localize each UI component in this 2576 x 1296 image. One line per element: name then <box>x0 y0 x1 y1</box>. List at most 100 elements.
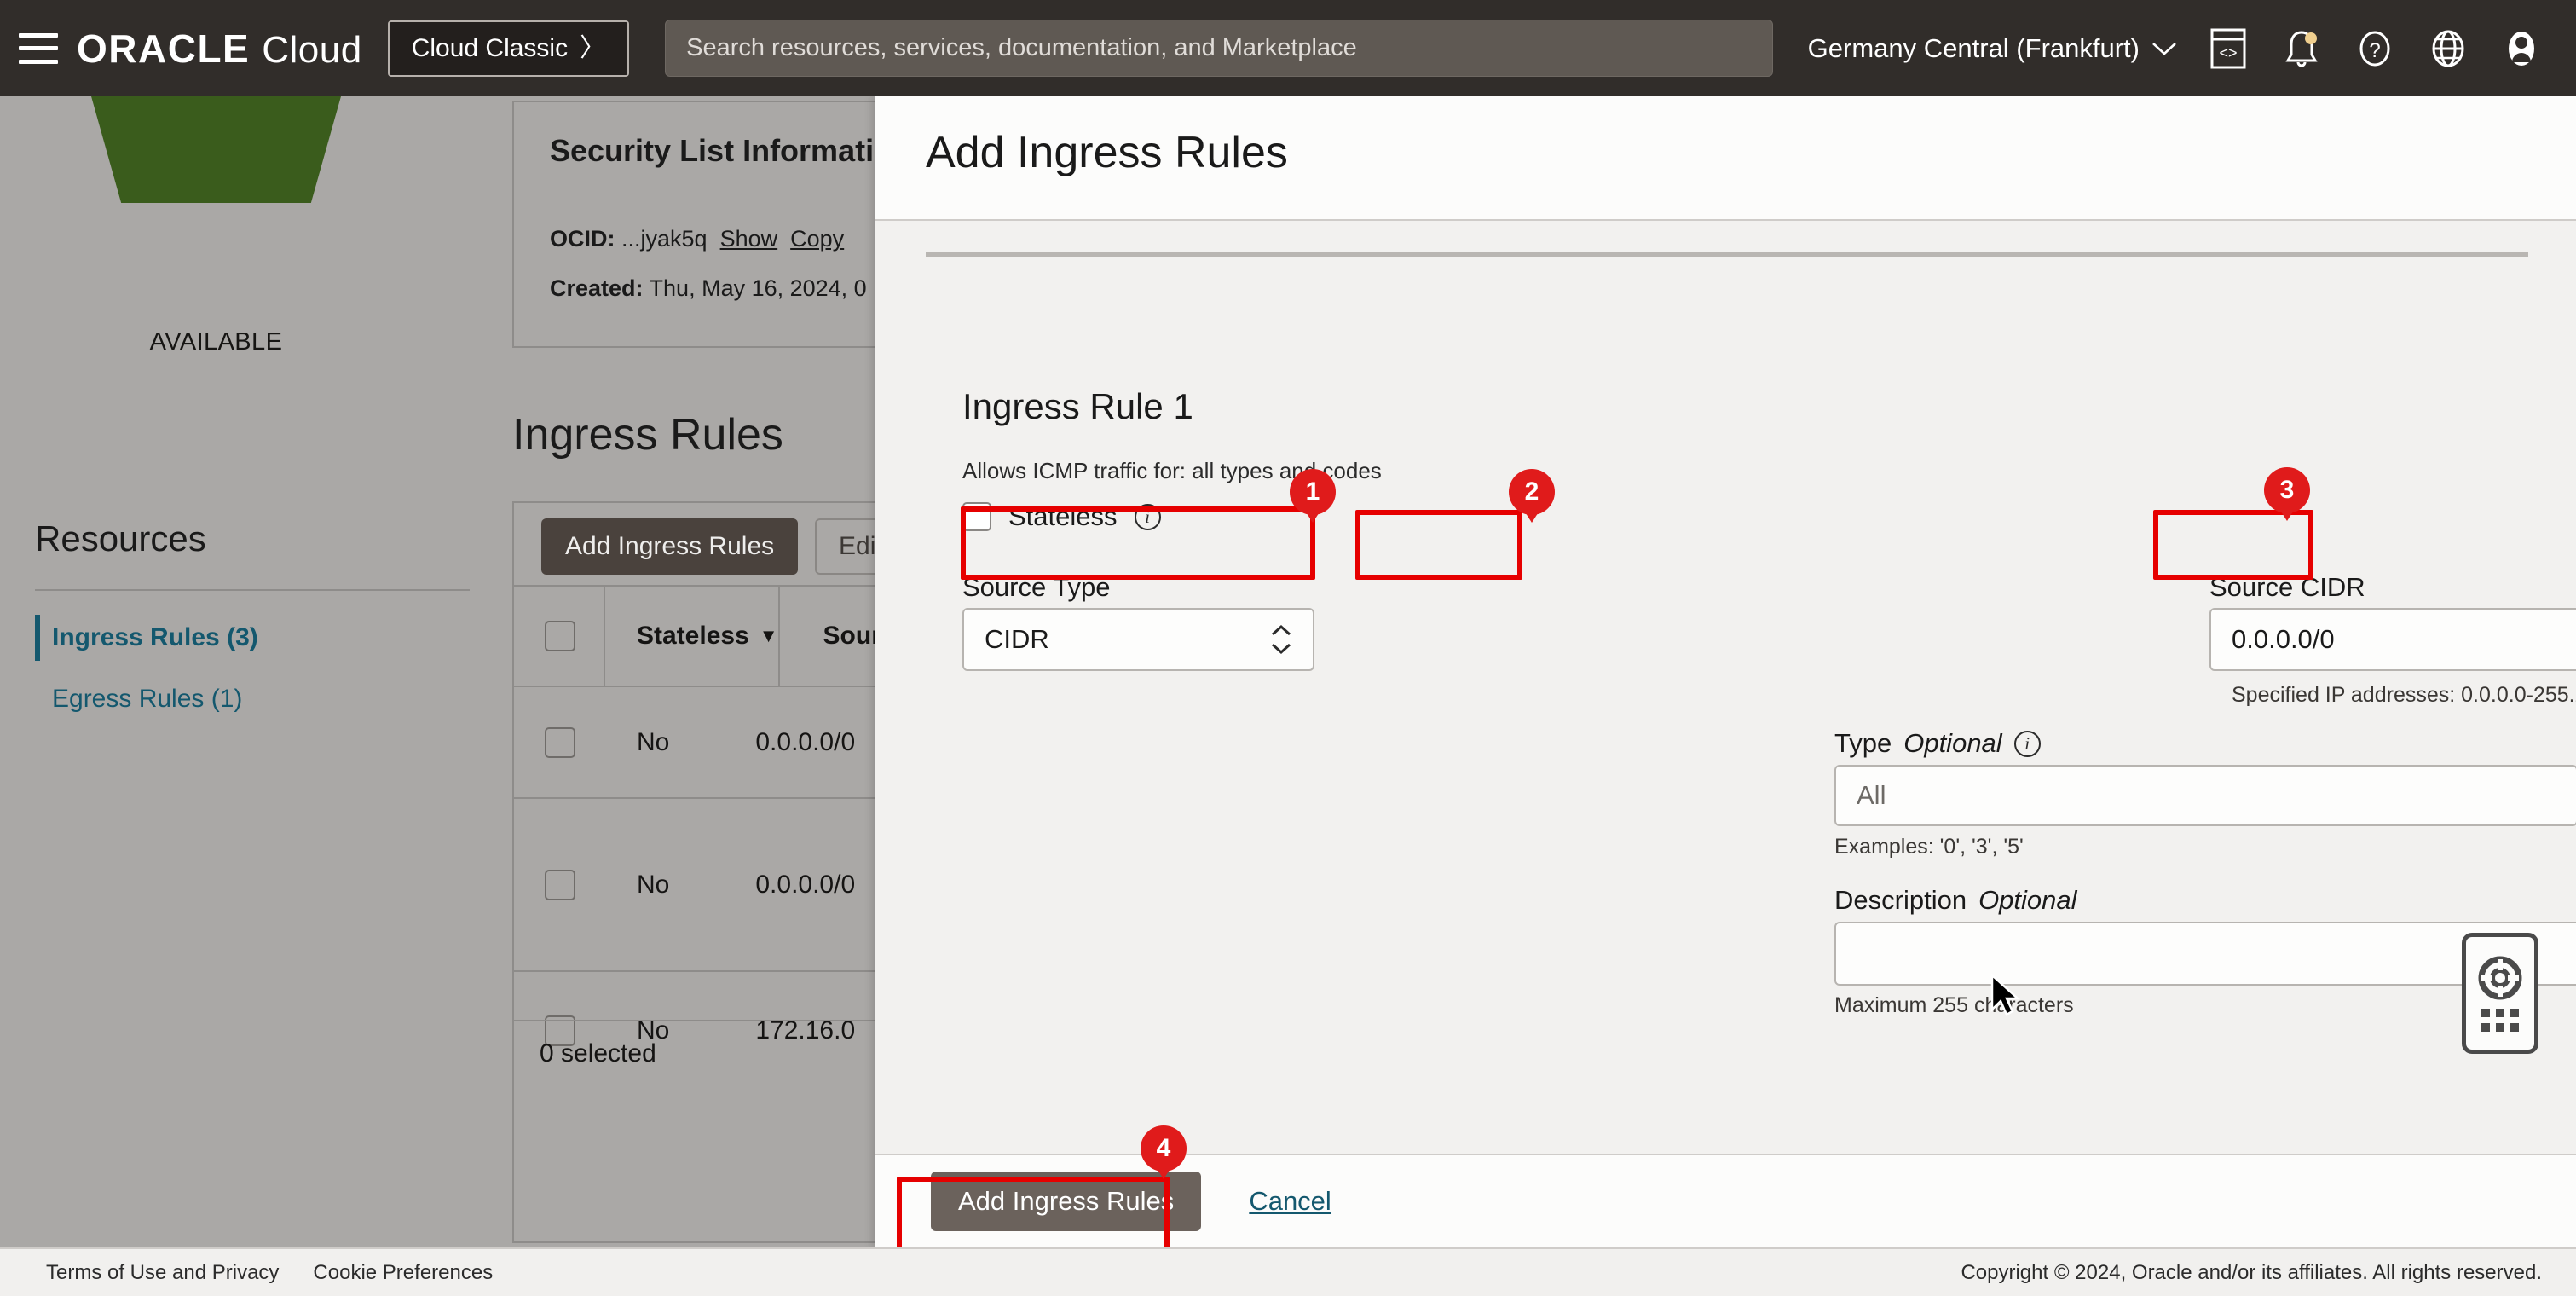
footer-link-terms[interactable]: Terms of Use and Privacy <box>46 1261 279 1285</box>
footer-links: Terms of Use and Privacy Cookie Preferen… <box>46 1261 493 1285</box>
footer-copyright: Copyright © 2024, Oracle and/or its affi… <box>1961 1261 2542 1285</box>
help-question-icon[interactable]: ? <box>2353 26 2397 71</box>
hamburger-menu-icon[interactable] <box>19 33 58 64</box>
cloud-classic-label: Cloud Classic <box>412 34 568 63</box>
svg-text:<>: <> <box>2219 44 2237 61</box>
resources-divider <box>35 589 470 591</box>
source-type-select[interactable]: CIDR <box>962 608 1314 671</box>
user-avatar-icon[interactable] <box>2499 26 2544 71</box>
cloud-classic-button[interactable]: Cloud Classic 〉 <box>388 20 629 77</box>
sidebar-item-label: Ingress Rules (3) <box>52 623 258 651</box>
chevron-right-icon: 〉 <box>580 36 605 61</box>
sort-caret-icon: ▼ <box>760 625 778 647</box>
source-cidr-label: Source CIDR <box>2209 572 2365 603</box>
description-helper-text: Maximum 255 characters <box>1834 993 2074 1018</box>
table-header-row: Stateless ▼ Source <box>514 585 915 686</box>
status-badge-shape <box>91 96 341 203</box>
info-icon[interactable]: i <box>1135 504 1161 530</box>
resources-heading: Resources <box>35 518 206 559</box>
stateless-label: Stateless <box>1008 501 1118 532</box>
type-label: Type Optional i <box>1834 728 2041 759</box>
ocid-copy-link[interactable]: Copy <box>790 226 844 252</box>
cloud-shell-icon[interactable]: <> <box>2206 26 2250 71</box>
cell-stateless: No <box>637 871 669 900</box>
ocid-key: OCID: <box>550 226 615 252</box>
notifications-bell-icon[interactable] <box>2279 26 2324 71</box>
ingress-rules-table: Add Ingress Rules Edit Stateless ▼ Sourc… <box>512 501 913 1243</box>
page-footer: Terms of Use and Privacy Cookie Preferen… <box>0 1247 2576 1296</box>
table-row[interactable]: No 0.0.0.0/0 <box>514 797 915 970</box>
callout-number-1: 1 <box>1290 469 1336 515</box>
top-navigation-bar: ORACLE Cloud Cloud Classic 〉 Search reso… <box>0 0 2576 96</box>
submit-add-ingress-rules-button[interactable]: Add Ingress Rules <box>931 1172 1201 1231</box>
source-cidr-helper-text: Specified IP addresses: 0.0.0.0-255.255.… <box>2232 683 2576 708</box>
security-list-card-title: Security List Information <box>550 133 911 169</box>
source-type-label: Source Type <box>962 572 1110 603</box>
table-selection-footer: 0 selected <box>514 1020 915 1086</box>
sidebar-item-egress-rules[interactable]: Egress Rules (1) <box>35 685 242 714</box>
region-selector[interactable]: Germany Central (Frankfurt) <box>1808 33 2177 64</box>
callout-number-2: 2 <box>1509 469 1555 515</box>
language-globe-icon[interactable] <box>2426 26 2470 71</box>
description-label: Description Optional <box>1834 885 2077 916</box>
row-checkbox[interactable] <box>545 727 575 758</box>
ingress-rules-heading: Ingress Rules <box>512 409 783 460</box>
source-cidr-input[interactable]: 0.0.0.0/0 <box>2209 608 2576 671</box>
ingress-table-toolbar: Add Ingress Rules Edit <box>514 503 915 585</box>
lifesaver-icon <box>2478 956 2522 1000</box>
security-list-created-row: Created: Thu, May 16, 2024, 0 <box>550 275 867 302</box>
svg-text:?: ? <box>2369 39 2380 62</box>
stateless-row: Stateless i <box>962 501 1161 532</box>
ocid-show-link[interactable]: Show <box>720 226 778 252</box>
security-list-ocid-row: OCID: ...jyak5q Show Copy <box>550 226 844 252</box>
add-ingress-rules-panel: Add Ingress Rules Ingress Rule 1 Allows … <box>875 96 2576 1247</box>
ocid-value: ...jyak5q <box>621 226 708 252</box>
row-checkbox[interactable] <box>545 870 575 900</box>
created-key: Created: <box>550 275 644 301</box>
type-helper-text: Examples: '0', '3', '5' <box>1834 835 2024 859</box>
created-value: Thu, May 16, 2024, 0 <box>650 275 867 301</box>
type-input[interactable]: All <box>1834 765 2576 826</box>
panel-header: Add Ingress Rules <box>875 96 2576 221</box>
stateless-checkbox[interactable] <box>962 502 991 531</box>
security-list-information-card: Security List Information OCID: ...jyak5… <box>512 101 913 348</box>
cancel-link[interactable]: Cancel <box>1249 1186 1331 1217</box>
sidebar-item-ingress-rules[interactable]: Ingress Rules (3) <box>35 623 258 652</box>
app-grid-icon <box>2481 1009 2519 1032</box>
logo-cloud-text: Cloud <box>262 29 361 72</box>
chevron-down-icon <box>2151 41 2177 56</box>
cell-source: 0.0.0.0/0 <box>755 728 855 757</box>
table-row[interactable]: No 0.0.0.0/0 <box>514 686 915 797</box>
type-placeholder: All <box>1857 780 1886 811</box>
status-badge-label: AVAILABLE <box>91 328 341 356</box>
source-type-label-text: Source Type <box>962 572 1110 603</box>
description-optional-text: Optional <box>1978 885 2076 916</box>
column-header-stateless[interactable]: Stateless ▼ <box>637 622 778 651</box>
search-placeholder: Search resources, services, documentatio… <box>686 34 1357 62</box>
cell-stateless: No <box>637 728 669 757</box>
help-widget[interactable] <box>2462 933 2538 1054</box>
source-cidr-label-text: Source CIDR <box>2209 572 2365 603</box>
select-all-checkbox[interactable] <box>545 621 575 651</box>
type-optional-text: Optional <box>1903 728 2001 759</box>
info-icon[interactable]: i <box>2014 731 2041 757</box>
ingress-rule-1-heading: Ingress Rule 1 <box>962 386 1193 427</box>
top-nav-right-group: Germany Central (Frankfurt) <> ? <box>1808 26 2576 71</box>
description-label-text: Description <box>1834 885 1967 916</box>
callout-number-3: 3 <box>2264 467 2310 513</box>
oracle-cloud-logo[interactable]: ORACLE Cloud <box>77 26 362 72</box>
cell-source: 0.0.0.0/0 <box>755 871 855 900</box>
panel-title: Add Ingress Rules <box>926 127 1288 178</box>
global-search-input[interactable]: Search resources, services, documentatio… <box>665 20 1773 77</box>
select-spinner-icon <box>1270 624 1292 655</box>
panel-section-divider <box>926 252 2528 257</box>
region-label: Germany Central (Frankfurt) <box>1808 33 2140 64</box>
sidebar-item-label: Egress Rules (1) <box>52 685 242 713</box>
footer-link-cookies[interactable]: Cookie Preferences <box>313 1261 493 1285</box>
source-cidr-value: 0.0.0.0/0 <box>2232 624 2335 655</box>
selected-count-label: 0 selected <box>540 1039 656 1068</box>
add-ingress-rules-button[interactable]: Add Ingress Rules <box>541 518 798 575</box>
callout-number-4: 4 <box>1141 1125 1187 1172</box>
panel-footer: Add Ingress Rules Cancel <box>875 1154 2576 1247</box>
column-header-stateless-label: Stateless <box>637 622 749 651</box>
